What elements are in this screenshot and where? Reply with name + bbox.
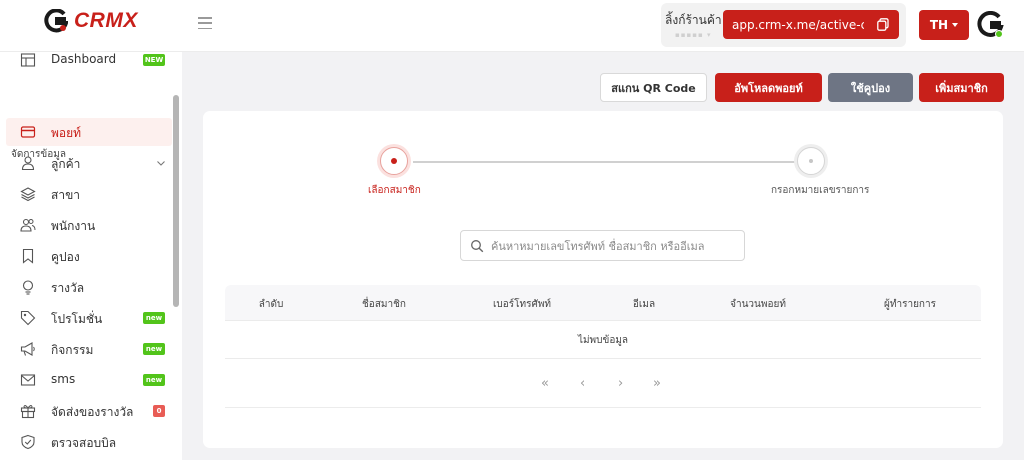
sidebar-item-label: Dashboard	[51, 52, 117, 66]
layout-icon	[20, 53, 36, 67]
sidebar-item-label: คูปอง	[51, 250, 80, 264]
users-icon	[20, 218, 36, 232]
bulb-icon	[22, 280, 34, 295]
avatar[interactable]	[977, 11, 1005, 39]
add-member-button[interactable]: เพิ่มสมาชิก	[919, 73, 1004, 102]
language-label: TH	[929, 18, 949, 32]
sidebar-item-sms[interactable]: sms new	[6, 366, 172, 394]
top-header: CRMX ลิ้งก์ร้านค้า ▪▪▪▪▪ ▾ app.crm-x.me/…	[0, 0, 1024, 52]
table-header: ลำดับ ชื่อสมาชิก เบอร์โทรศัพท์ อีเมล จำน…	[225, 285, 981, 321]
sidebar-item-label: พนักงาน	[51, 219, 96, 233]
column-header[interactable]: ผู้ทำรายการ	[884, 297, 936, 312]
new-badge: new	[143, 343, 165, 355]
sidebar-item-label: สาขา	[51, 188, 81, 202]
sidebar-item-points[interactable]: พอยท์	[6, 118, 172, 146]
shield-check-icon	[21, 434, 35, 450]
chevron-down-icon[interactable]	[156, 158, 166, 168]
sidebar-item-dashboard[interactable]: Dashboard NEW	[6, 46, 172, 74]
first-page-button[interactable]: «	[541, 377, 549, 390]
sidebar-item-coupons[interactable]: คูปอง	[6, 242, 172, 270]
sidebar-scrollbar[interactable]	[173, 95, 179, 307]
column-header[interactable]: เบอร์โทรศัพท์	[493, 297, 551, 312]
credit-card-icon	[20, 126, 36, 138]
megaphone-icon	[20, 342, 35, 356]
layers-icon	[20, 187, 36, 202]
sidebar-item-label: จัดส่งของรางวัล	[51, 405, 134, 419]
shop-link-selector[interactable]: ▪▪▪▪▪ ▾	[675, 31, 711, 39]
step-2-indicator	[794, 144, 828, 178]
sidebar-item-rewards[interactable]: รางวัล	[6, 273, 172, 301]
sidebar-item-bill-check[interactable]: ตรวจสอบบิล	[6, 428, 172, 456]
sidebar-item-label: ตรวจสอบบิล	[51, 436, 117, 450]
crmx-logo-icon	[44, 9, 68, 33]
mail-icon	[20, 374, 36, 386]
table-row: ไม่พบข้อมูล	[225, 321, 981, 359]
language-dropdown[interactable]: TH	[919, 10, 969, 40]
shop-link-label: ลิ้งก์ร้านค้า	[665, 13, 722, 27]
new-badge: NEW	[143, 54, 165, 66]
logo[interactable]: CRMX	[44, 9, 138, 33]
sidebar-item-customers[interactable]: ลูกค้า	[6, 149, 172, 177]
caret-down-icon	[952, 23, 959, 27]
new-badge: new	[143, 312, 165, 324]
column-header[interactable]: ชื่อสมาชิก	[362, 297, 406, 312]
next-page-button[interactable]: ›	[618, 377, 623, 390]
gift-icon	[20, 405, 36, 419]
sidebar-item-label: รางวัล	[51, 281, 85, 295]
prev-page-button[interactable]: ‹	[580, 377, 585, 390]
sidebar-item-activities[interactable]: กิจกรรม new	[6, 335, 172, 363]
scan-qr-button[interactable]: สแกน QR Code	[600, 73, 707, 102]
column-header[interactable]: ลำดับ	[259, 297, 284, 312]
bookmark-icon	[22, 248, 34, 264]
sidebar-item-label: sms	[51, 372, 76, 386]
menu-toggle-icon[interactable]	[198, 17, 212, 29]
upload-points-button[interactable]: อัพโหลดพอยท์	[715, 73, 822, 102]
sidebar-item-promotions[interactable]: โปรโมชั่น new	[6, 304, 172, 332]
sidebar-item-label: โปรโมชั่น	[51, 312, 103, 326]
shop-link-url[interactable]: app.crm-x.me/active-customer	[723, 10, 899, 39]
sidebar: Dashboard NEW จัดการข้อมูล พอยท์ ลูกค้า …	[0, 52, 182, 460]
new-badge: new	[143, 374, 165, 386]
shop-link-panel: ลิ้งก์ร้านค้า ▪▪▪▪▪ ▾ app.crm-x.me/activ…	[661, 3, 906, 47]
count-badge: 0	[153, 405, 165, 417]
use-coupon-button[interactable]: ใช้คูปอง	[828, 73, 913, 102]
member-search-box[interactable]	[460, 230, 745, 261]
step-1-label: เลือกสมาชิก	[368, 185, 421, 196]
shop-link-url-text: app.crm-x.me/active-customer	[732, 17, 864, 32]
empty-state-text: ไม่พบข้อมูล	[577, 335, 629, 346]
search-icon	[471, 240, 484, 253]
step-1-indicator	[377, 144, 411, 178]
sidebar-item-branches[interactable]: สาขา	[6, 180, 172, 208]
sidebar-item-reward-shipping[interactable]: จัดส่งของรางวัล 0	[6, 397, 172, 425]
member-search-input[interactable]	[491, 236, 739, 256]
stepper-line	[413, 161, 798, 163]
sidebar-item-label: ลูกค้า	[51, 157, 81, 171]
step-2-label: กรอกหมายเลขรายการ	[771, 185, 870, 196]
copy-icon[interactable]	[877, 18, 889, 31]
logo-text: CRMX	[74, 9, 138, 32]
column-header[interactable]: อีเมล	[633, 297, 655, 312]
sidebar-item-employees[interactable]: พนักงาน	[6, 211, 172, 239]
column-header[interactable]: จำนวนพอยท์	[730, 297, 786, 312]
sidebar-item-label: กิจกรรม	[51, 343, 94, 357]
sidebar-item-label: พอยท์	[51, 126, 82, 140]
last-page-button[interactable]: »	[653, 377, 661, 390]
pagination: « ‹ › »	[225, 359, 981, 408]
user-icon	[21, 156, 35, 171]
tag-icon	[20, 310, 36, 326]
